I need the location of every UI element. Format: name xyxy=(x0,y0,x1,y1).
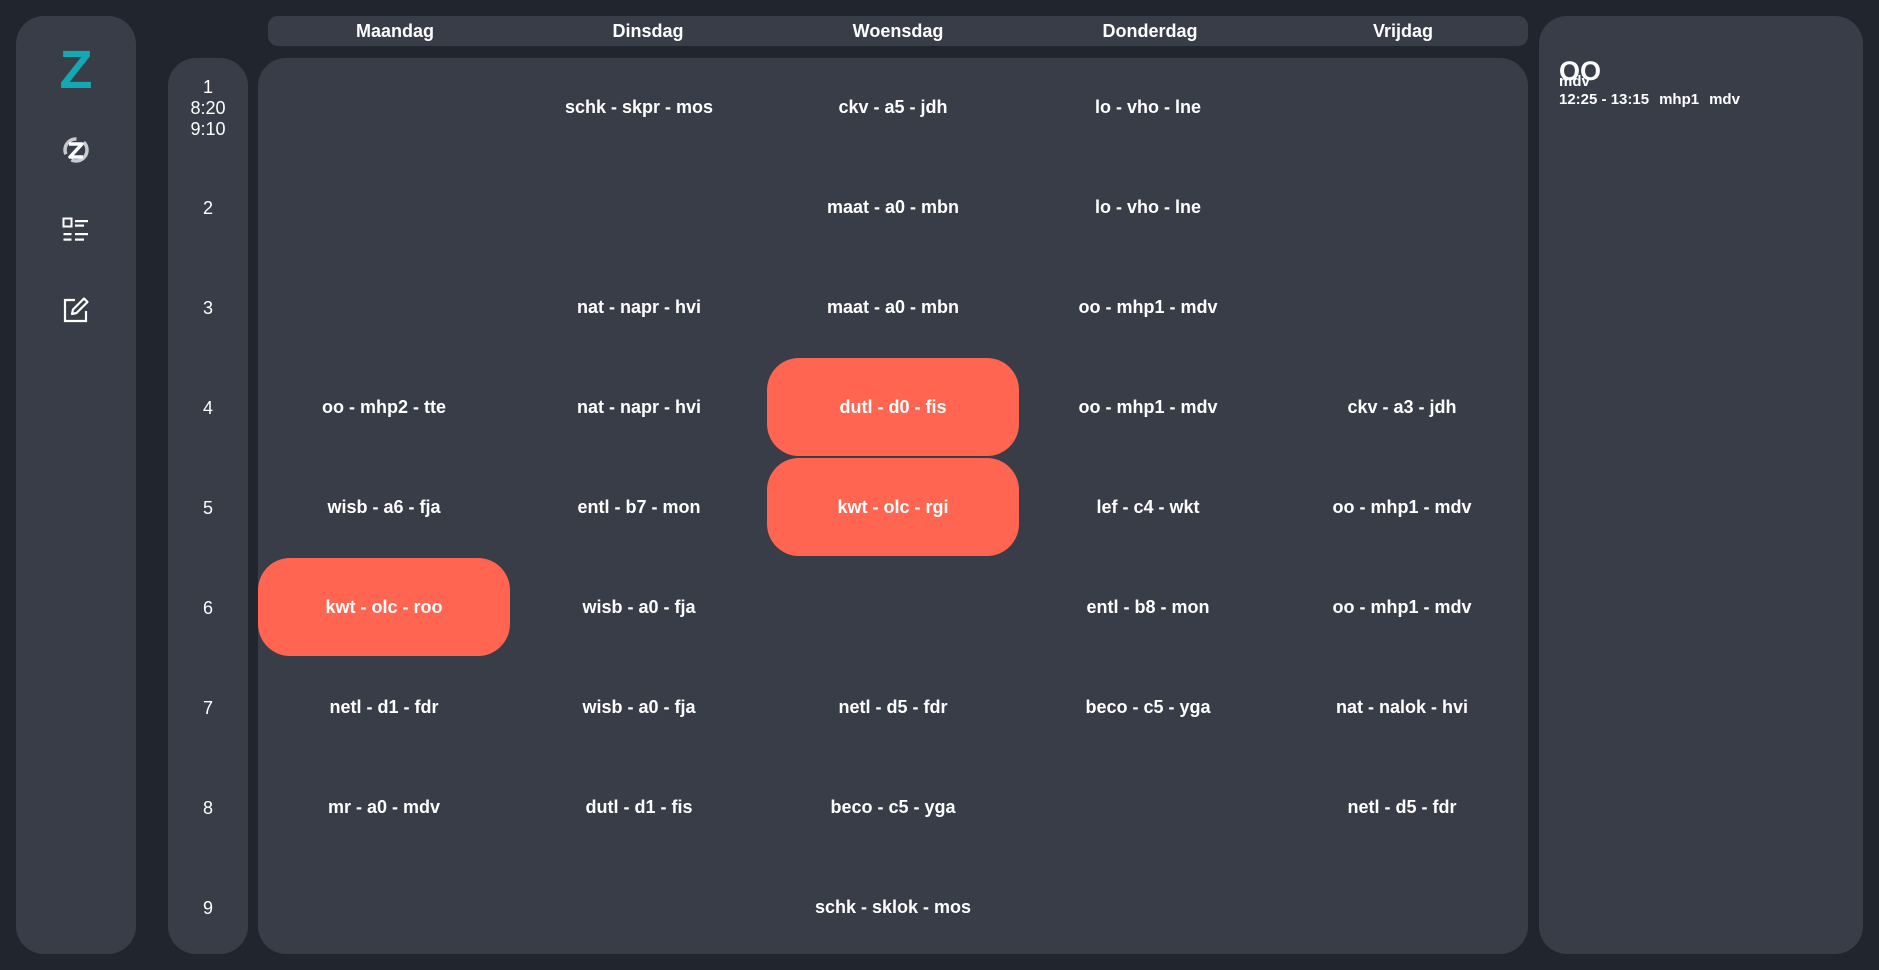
lesson-cell[interactable]: oo - mhp2 - tte xyxy=(258,358,510,456)
lesson-cell[interactable]: kwt - olc - roo xyxy=(258,558,510,656)
lesson-cell[interactable]: netl - d5 - fdr xyxy=(1276,758,1528,856)
lesson-cell[interactable]: lef - c4 - wkt xyxy=(1022,458,1274,556)
lesson-cell[interactable]: oo - mhp1 - mdv xyxy=(1022,358,1274,456)
hour-slot: 8 xyxy=(168,758,248,858)
hour-slot: 4 xyxy=(168,358,248,458)
detail-teacher-code: mdv xyxy=(1709,91,1740,108)
lesson-cell[interactable]: wisb - a6 - fja xyxy=(258,458,510,556)
lesson-cell[interactable]: beco - c5 - yga xyxy=(767,758,1019,856)
hour-number: 2 xyxy=(202,197,213,218)
lesson-cell[interactable]: wisb - a0 - fja xyxy=(513,658,765,756)
day-header-dinsdag: Dinsdag xyxy=(612,20,684,41)
list-icon xyxy=(62,217,88,241)
lesson-cell[interactable]: maat - a0 - mbn xyxy=(767,258,1019,356)
lesson-cell[interactable]: ckv - a5 - jdh xyxy=(767,58,1019,156)
lesson-cell[interactable]: lo - vho - lne xyxy=(1022,58,1274,156)
hour-slot: 5 xyxy=(168,458,248,558)
lesson-cell[interactable]: dutl - d0 - fis xyxy=(767,358,1019,456)
day-header-donderdag: Donderdag xyxy=(1102,20,1198,41)
hour-number: 7 xyxy=(202,697,213,718)
hour-number: 4 xyxy=(202,397,213,418)
app-logo[interactable]: Z xyxy=(16,34,136,106)
detail-time: 12:25 - 13:15 xyxy=(1559,91,1650,108)
lesson-cell[interactable]: ckv - a3 - jdh xyxy=(1276,358,1528,456)
detail-teacher: mdv xyxy=(1559,73,1590,90)
sidebar: Z xyxy=(16,16,136,954)
lesson-cell[interactable]: beco - c5 - yga xyxy=(1022,658,1274,756)
lesson-cell[interactable]: entl - b8 - mon xyxy=(1022,558,1274,656)
lesson-cell[interactable]: nat - napr - hvi xyxy=(513,258,765,356)
lesson-cell[interactable]: netl - d5 - fdr xyxy=(767,658,1019,756)
hour-slot: 9 xyxy=(168,858,248,958)
lesson-cell[interactable]: entl - b7 - mon xyxy=(513,458,765,556)
sidebar-item-edit[interactable] xyxy=(16,280,136,340)
hour-number: 9 xyxy=(202,897,213,918)
hour-slot: 1 8:20 9:10 xyxy=(168,58,248,158)
hour-end-time: 9:10 xyxy=(190,118,226,139)
day-header-vrijdag: Vrijdag xyxy=(1372,20,1434,41)
hour-number: 8 xyxy=(202,797,213,818)
lesson-cell[interactable]: oo - mhp1 - mdv xyxy=(1022,258,1274,356)
hour-slot: 3 xyxy=(168,258,248,358)
lesson-cell[interactable]: oo - mhp1 - mdv xyxy=(1276,458,1528,556)
hour-number: 3 xyxy=(202,297,213,318)
lesson-cell[interactable]: nat - napr - hvi xyxy=(513,358,765,456)
schedule-grid: schk - skpr - mos ckv - a5 - jdh lo - vho … xyxy=(258,58,1528,954)
lesson-cell[interactable]: schk - sklok - mos xyxy=(767,858,1019,956)
hour-number: 1 xyxy=(202,76,213,97)
lesson-cell[interactable]: dutl - d1 - fis xyxy=(513,758,765,856)
lesson-cell[interactable]: wisb - a0 - fja xyxy=(513,558,765,656)
hour-column: 1 8:20 9:10 2 3 4 5 6 7 8 9 xyxy=(168,58,248,954)
lesson-cell[interactable]: lo - vho - lne xyxy=(1022,158,1274,256)
lesson-cell[interactable]: kwt - olc - rgi xyxy=(767,458,1019,556)
lesson-cell[interactable]: nat - nalok - hvi xyxy=(1276,658,1528,756)
hour-slot: 6 xyxy=(168,558,248,658)
lesson-cell[interactable]: schk - skpr - mos xyxy=(513,58,765,156)
sidebar-item-refresh[interactable] xyxy=(16,120,136,180)
day-header-woensdag: Woensdag xyxy=(852,20,944,41)
hour-start-time: 8:20 xyxy=(190,97,226,118)
edit-icon xyxy=(63,297,89,323)
sidebar-item-list[interactable] xyxy=(16,200,136,260)
hour-slot: 7 xyxy=(168,658,248,758)
day-header-maandag: Maandag xyxy=(355,20,434,41)
lesson-cell[interactable]: mr - a0 - mdv xyxy=(258,758,510,856)
detail-info-line: 12:25 - 13:15 mhp1 mdv xyxy=(1559,91,1750,108)
lesson-cell[interactable]: oo - mhp1 - mdv xyxy=(1276,558,1528,656)
refresh-logo-icon xyxy=(63,137,89,163)
lesson-cell[interactable]: netl - d1 - fdr xyxy=(258,658,510,756)
detail-room: mhp1 xyxy=(1659,91,1700,108)
hour-slot: 2 xyxy=(168,158,248,258)
lesson-cell[interactable]: maat - a0 - mbn xyxy=(767,158,1019,256)
day-header-bar: Maandag Dinsdag Woensdag Donderdag Vrijdag xyxy=(268,16,1528,46)
hour-number: 6 xyxy=(202,597,213,618)
lesson-detail-panel: OO mdv 12:25 - 13:15 mhp1 mdv xyxy=(1539,16,1863,954)
hour-number: 5 xyxy=(202,497,213,518)
